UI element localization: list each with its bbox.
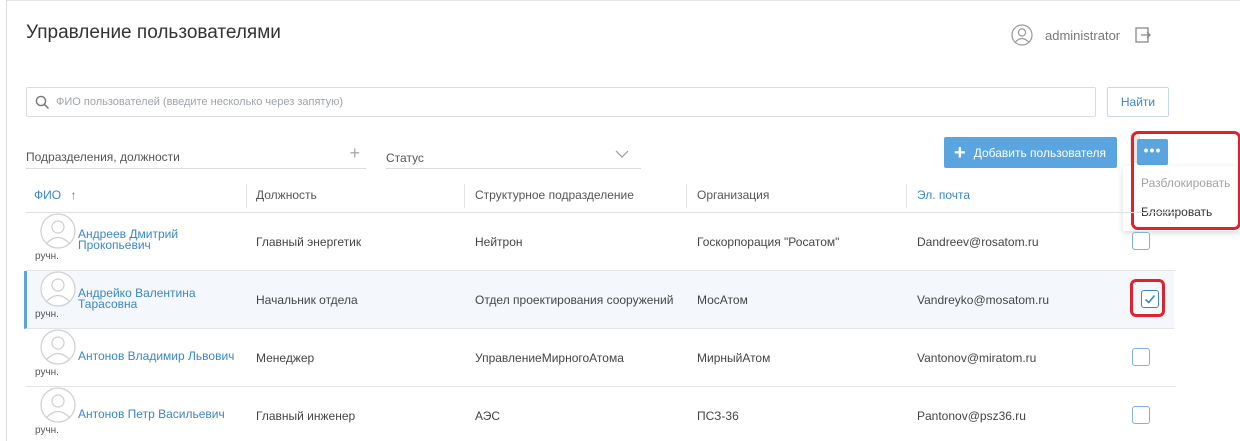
- column-header-email[interactable]: Эл. почта: [917, 188, 970, 202]
- user-name-link[interactable]: Антонов Владимир Львович: [78, 349, 235, 363]
- departments-filter[interactable]: Подразделения, должности +: [26, 143, 366, 169]
- add-filter-plus-icon[interactable]: +: [349, 143, 360, 164]
- department-cell: АЭС: [475, 409, 501, 423]
- user-name-line1: Антонов Владимир Львович: [78, 349, 235, 363]
- column-separator: [464, 184, 465, 208]
- more-actions-button[interactable]: •••: [1137, 139, 1168, 165]
- table-row[interactable]: ручн. Андрейко Валентина Тарасовна Начал…: [24, 271, 1174, 329]
- status-select[interactable]: Статус: [386, 143, 641, 169]
- email-cell: Dandreev@rosatom.ru: [917, 235, 1039, 249]
- find-button[interactable]: Найти: [1107, 87, 1169, 117]
- user-menu[interactable]: administrator: [1011, 24, 1152, 46]
- search-input[interactable]: [56, 96, 956, 108]
- department-cell: УправлениеМирногоАтома: [475, 351, 624, 365]
- column-header-organization[interactable]: Организация: [697, 188, 769, 202]
- user-name-link[interactable]: Андреев Дмитрий Прокопьевич: [78, 228, 178, 252]
- row-checkbox[interactable]: [1132, 406, 1150, 424]
- user-name-line1: Антонов Петр Васильевич: [78, 407, 225, 421]
- email-cell: Pantonov@psz36.ru: [917, 409, 1026, 423]
- source-label: ручн.: [35, 309, 59, 320]
- sort-arrow-icon: ↑: [70, 188, 77, 202]
- organization-cell: МосАтом: [697, 293, 748, 307]
- page-title: Управление пользователями: [26, 22, 281, 43]
- status-select-label: Статус: [386, 151, 424, 165]
- email-cell: Vandreyko@mosatom.ru: [917, 293, 1050, 307]
- source-label: ручн.: [35, 251, 59, 262]
- username-label: administrator: [1045, 27, 1121, 43]
- department-cell: Отдел проектирования сооружений: [475, 293, 674, 307]
- column-header-name-label: ФИО: [34, 188, 62, 202]
- annotation-highlight-checkbox: [1130, 279, 1165, 317]
- table-row[interactable]: ручн. Антонов Петр Васильевич Главный ин…: [26, 387, 1176, 441]
- chevron-down-icon: [615, 150, 629, 158]
- frame-left-border: [6, 0, 7, 441]
- user-name-link[interactable]: Антонов Петр Васильевич: [78, 407, 225, 421]
- email-cell: Vantonov@miratom.ru: [917, 351, 1037, 365]
- user-avatar-icon: [1011, 24, 1033, 46]
- user-name-line2: Прокопьевич: [78, 238, 151, 252]
- logout-icon[interactable]: [1134, 26, 1152, 44]
- search-box: [26, 87, 1096, 117]
- user-name-line2: Тарасовна: [78, 297, 138, 311]
- table-row[interactable]: ручн. Антонов Владимир Львович Менеджер …: [26, 329, 1176, 387]
- column-separator: [686, 184, 687, 208]
- source-label: ручн.: [35, 425, 59, 436]
- user-name-link[interactable]: Андрейко Валентина Тарасовна: [78, 287, 196, 311]
- position-cell: Менеджер: [256, 351, 315, 365]
- departments-filter-label: Подразделения, должности: [26, 150, 180, 164]
- column-header-department[interactable]: Структурное подразделение: [475, 188, 634, 202]
- department-cell: Нейтрон: [475, 235, 523, 249]
- position-cell: Главный инженер: [256, 409, 356, 423]
- position-cell: Главный энергетик: [256, 235, 362, 249]
- organization-cell: ПСЗ-36: [697, 409, 739, 423]
- source-label: ручн.: [35, 367, 59, 378]
- search-icon: [35, 95, 50, 109]
- add-user-button[interactable]: + Добавить пользователя: [944, 137, 1117, 168]
- column-separator: [906, 184, 907, 208]
- column-header-position[interactable]: Должность: [256, 188, 317, 202]
- avatar-icon: [40, 329, 76, 365]
- position-cell: Начальник отдела: [256, 293, 358, 307]
- menu-item-unblock[interactable]: Разблокировать: [1141, 176, 1230, 190]
- organization-cell: Госкорпорация "Росатом": [697, 235, 840, 249]
- avatar-icon: [40, 271, 76, 307]
- row-checkbox[interactable]: [1132, 348, 1150, 366]
- column-header-name[interactable]: ФИО ↑: [34, 188, 76, 202]
- plus-icon: +: [954, 141, 966, 164]
- organization-cell: МирныйАтом: [697, 351, 771, 365]
- table-row[interactable]: ручн. Андреев Дмитрий Прокопьевич Главны…: [26, 213, 1176, 271]
- add-user-label: Добавить пользователя: [973, 145, 1107, 160]
- frame-top-border: [6, 0, 1240, 1]
- row-checkbox[interactable]: [1132, 232, 1150, 250]
- avatar-icon: [40, 387, 76, 423]
- column-separator: [246, 184, 247, 208]
- avatar-icon: [40, 213, 76, 249]
